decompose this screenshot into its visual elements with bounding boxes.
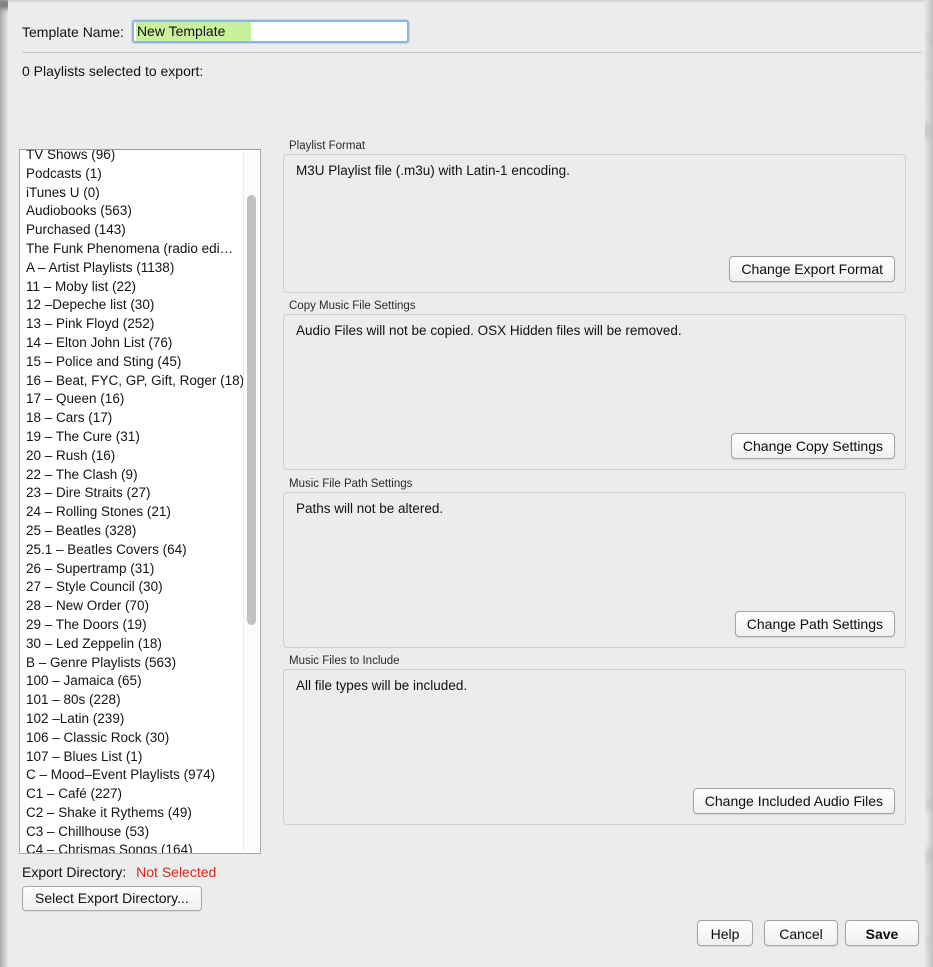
playlist-list-scrollbar[interactable] xyxy=(243,151,259,853)
playlist-list-items: TV Shows (96) Podcasts (1) iTunes U (0) Aud… xyxy=(20,150,260,853)
group-body: All file types will be included. Change … xyxy=(283,669,906,825)
playlist-list-item[interactable]: 27 – Style Council (30) xyxy=(20,578,260,597)
template-name-field[interactable] xyxy=(131,20,409,43)
playlist-list-item[interactable]: C – Mood–Event Playlists (974) xyxy=(20,766,260,785)
playlist-list-item[interactable]: C3 – Chillhouse (53) xyxy=(20,823,260,842)
selection-summary: 0 Playlists selected to export: xyxy=(22,63,204,79)
playlist-list-item[interactable]: 28 – New Order (70) xyxy=(20,597,260,616)
playlist-list-item[interactable]: A – Artist Playlists (1138) xyxy=(20,259,260,278)
template-name-label: Template Name: xyxy=(22,23,124,40)
playlist-list-item[interactable]: 15 – Police and Sting (45) xyxy=(20,353,260,372)
change-export-format-button[interactable]: Change Export Format xyxy=(729,256,895,282)
playlist-list-item[interactable]: C4 – Chrismas Songs (164) xyxy=(20,841,260,853)
playlist-list-item[interactable]: 29 – The Doors (19) xyxy=(20,616,260,635)
select-export-directory-button[interactable]: Select Export Directory... xyxy=(22,886,202,911)
playlist-list-item[interactable]: Purchased (143) xyxy=(20,221,260,240)
playlist-list-item[interactable]: 19 – The Cure (31) xyxy=(20,428,260,447)
playlist-list-item[interactable]: iTunes U (0) xyxy=(20,184,260,203)
group-status-text: Audio Files will not be copied. OSX Hidd… xyxy=(296,323,682,338)
playlist-list-item[interactable]: 11 – Moby list (22) xyxy=(20,278,260,297)
playlist-list-item[interactable]: 26 – Supertramp (31) xyxy=(20,560,260,579)
group-label: Music File Path Settings xyxy=(289,478,413,490)
change-copy-settings-button[interactable]: Change Copy Settings xyxy=(730,433,895,459)
playlist-list-item[interactable]: 106 – Classic Rock (30) xyxy=(20,729,260,748)
playlist-list[interactable]: TV Shows (96) Podcasts (1) iTunes U (0) Aud… xyxy=(19,149,261,854)
playlist-list-item[interactable]: C2 – Shake it Rythems (49) xyxy=(20,804,260,823)
sheet-shadow-left xyxy=(0,0,9,967)
playlist-list-item[interactable]: Audiobooks (563) xyxy=(20,202,260,221)
playlist-list-item[interactable]: 107 – Blues List (1) xyxy=(20,748,260,767)
sheet-shadow-right xyxy=(924,0,933,967)
playlist-list-item[interactable]: C1 – Café (227) xyxy=(20,785,260,804)
playlist-list-item[interactable]: 12 –Depeche list (30) xyxy=(20,296,260,315)
playlist-list-item[interactable]: 102 –Latin (239) xyxy=(20,710,260,729)
playlist-list-item[interactable]: The Funk Phenomena (radio edi… xyxy=(20,240,260,259)
playlist-list-item[interactable]: 20 – Rush (16) xyxy=(20,447,260,466)
playlist-list-scroll-thumb[interactable] xyxy=(247,195,256,625)
group-status-text: Paths will not be altered. xyxy=(296,501,444,516)
playlist-list-item[interactable]: 30 – Led Zeppelin (18) xyxy=(20,635,260,654)
export-directory-label: Export Directory: xyxy=(22,864,127,880)
playlist-list-item[interactable]: 25 – Beatles (328) xyxy=(20,522,260,541)
playlist-list-item[interactable]: TV Shows (96) xyxy=(20,150,260,165)
playlist-list-item[interactable]: 17 – Queen (16) xyxy=(20,390,260,409)
help-button[interactable]: Help xyxy=(697,920,753,946)
export-template-sheet: Template Name: 0 Playlists selected to e… xyxy=(0,0,933,967)
group-body: Paths will not be altered. Change Path S… xyxy=(283,492,906,648)
group-body: Audio Files will not be copied. OSX Hidd… xyxy=(283,314,906,470)
playlist-list-item[interactable]: 16 – Beat, FYC, GP, Gift, Roger (18) xyxy=(20,372,260,391)
playlist-list-item[interactable]: 24 – Rolling Stones (21) xyxy=(20,503,260,522)
change-path-settings-button[interactable]: Change Path Settings xyxy=(734,611,895,637)
playlist-list-item[interactable]: 101 – 80s (228) xyxy=(20,691,260,710)
template-name-row: Template Name: xyxy=(22,20,409,43)
playlist-list-item[interactable]: B – Genre Playlists (563) xyxy=(20,654,260,673)
playlist-list-item[interactable]: 18 – Cars (17) xyxy=(20,409,260,428)
save-button[interactable]: Save xyxy=(845,920,919,946)
group-status-text: All file types will be included. xyxy=(296,678,468,693)
template-name-input[interactable] xyxy=(135,22,251,41)
playlist-list-item[interactable]: 13 – Pink Floyd (252) xyxy=(20,315,260,334)
cancel-button[interactable]: Cancel xyxy=(764,920,838,946)
playlist-list-item[interactable]: 22 – The Clash (9) xyxy=(20,466,260,485)
playlist-list-item[interactable]: 14 – Elton John List (76) xyxy=(20,334,260,353)
group-label: Music Files to Include xyxy=(289,655,400,667)
group-status-text: M3U Playlist file (.m3u) with Latin-1 en… xyxy=(296,163,570,178)
playlist-list-item[interactable]: 100 – Jamaica (65) xyxy=(20,672,260,691)
sheet-top-edge xyxy=(8,0,925,2)
export-directory-value: Not Selected xyxy=(136,864,217,880)
playlist-list-item[interactable]: 25.1 – Beatles Covers (64) xyxy=(20,541,260,560)
export-directory-row: Export Directory: Not Selected xyxy=(22,864,216,880)
group-body: M3U Playlist file (.m3u) with Latin-1 en… xyxy=(283,154,906,293)
playlist-list-item[interactable]: Podcasts (1) xyxy=(20,165,260,184)
group-label: Playlist Format xyxy=(289,140,366,152)
playlist-list-item[interactable]: 23 – Dire Straits (27) xyxy=(20,484,260,503)
group-label: Copy Music File Settings xyxy=(289,300,416,312)
change-included-audio-files-button[interactable]: Change Included Audio Files xyxy=(692,788,895,814)
